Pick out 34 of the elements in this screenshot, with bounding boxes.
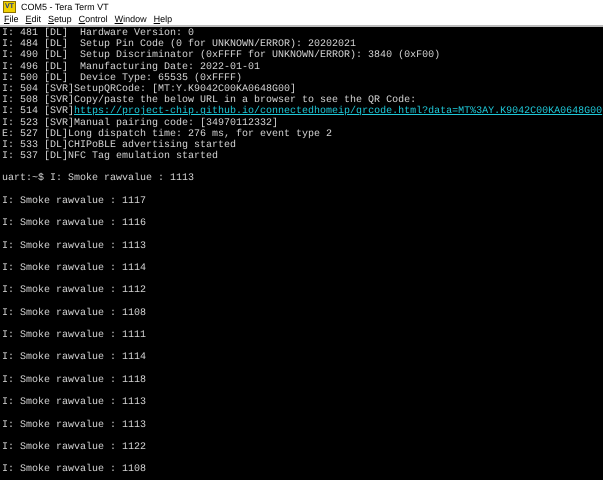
menu-item[interactable]: Setup <box>48 14 72 24</box>
log-line: I: Smoke rawvalue : 1108 <box>2 308 146 319</box>
log-line: I: 504 [SVR]SetupQRCode: [MT:Y.K9042C00KA0648G00] <box>2 84 296 95</box>
log-line: I: Smoke rawvalue : 1116 <box>2 218 146 230</box>
menu-item[interactable]: Edit <box>26 14 42 24</box>
log-line: I: 481 [DL] Hardware Version: 0 <box>2 28 194 39</box>
log-line: I: 533 [DL]CHIPoBLE advertising started <box>2 140 236 151</box>
log-line: I: Smoke rawvalue : 1113 <box>2 397 146 408</box>
log-line: I: Smoke rawvalue : 1118 <box>2 374 146 386</box>
log-line: I: 537 [DL]NFC Tag emulation started <box>2 151 218 162</box>
log-line: I: 490 [DL] Setup Discriminator (0xFFFF for UNKNOWN/ERROR): 3840 (0xF00) <box>2 50 440 62</box>
log-line: I: 484 [DL] Setup Pin Code (0 for UNKNOWN/ERROR): 20202021 <box>2 39 356 50</box>
log-line: I: Smoke rawvalue : 1112 <box>2 285 146 296</box>
log-line: I: Smoke rawvalue : 1108 <box>2 464 146 476</box>
log-line: I: Smoke rawvalue : 1114 <box>2 352 146 364</box>
log-line: I: 500 [DL] Device Type: 65535 (0xFFFF) <box>2 72 242 84</box>
log-line: I: Smoke rawvalue : 1114 <box>2 262 146 274</box>
log-line: I: Smoke rawvalue : 1111 <box>2 330 146 342</box>
log-line: I: Smoke rawvalue : 1113 <box>2 240 146 252</box>
log-line: I: 496 [DL] Manufacturing Date: 2022-01-01 <box>2 62 260 73</box>
log-line: I: Smoke rawvalue : 1113 <box>2 420 146 431</box>
menu-item[interactable]: Window <box>114 14 147 24</box>
menu-item[interactable]: Control <box>78 14 108 24</box>
log-line: I: Smoke rawvalue : 1122 <box>2 442 146 453</box>
log-line: uart:~$ I: Smoke rawvalue : 1113 <box>2 173 194 184</box>
log-line: I: Smoke rawvalue : 1117 <box>2 196 146 207</box>
log-line: I: 508 [SVR]Copy/paste the below URL in a browser to see the QR Code: <box>2 95 416 106</box>
log-prefix: I: 514 [SVR] <box>2 106 74 118</box>
log-line: I: 523 [SVR]Manual pairing code: [34970112332] <box>2 118 278 128</box>
url-link[interactable]: https://project-chip.github.io/connectedhomeip/qrcode.html?data=MT%3AY.K9042C00KA0648G00 <box>74 106 602 118</box>
window-title: COM5 - Tera Term VT <box>20 2 109 12</box>
menu-item[interactable]: File <box>4 14 19 24</box>
menu-item[interactable]: Help <box>154 14 172 24</box>
log-line: E: 527 [DL]Long dispatch time: 276 ms, for event type 2 <box>2 128 332 140</box>
